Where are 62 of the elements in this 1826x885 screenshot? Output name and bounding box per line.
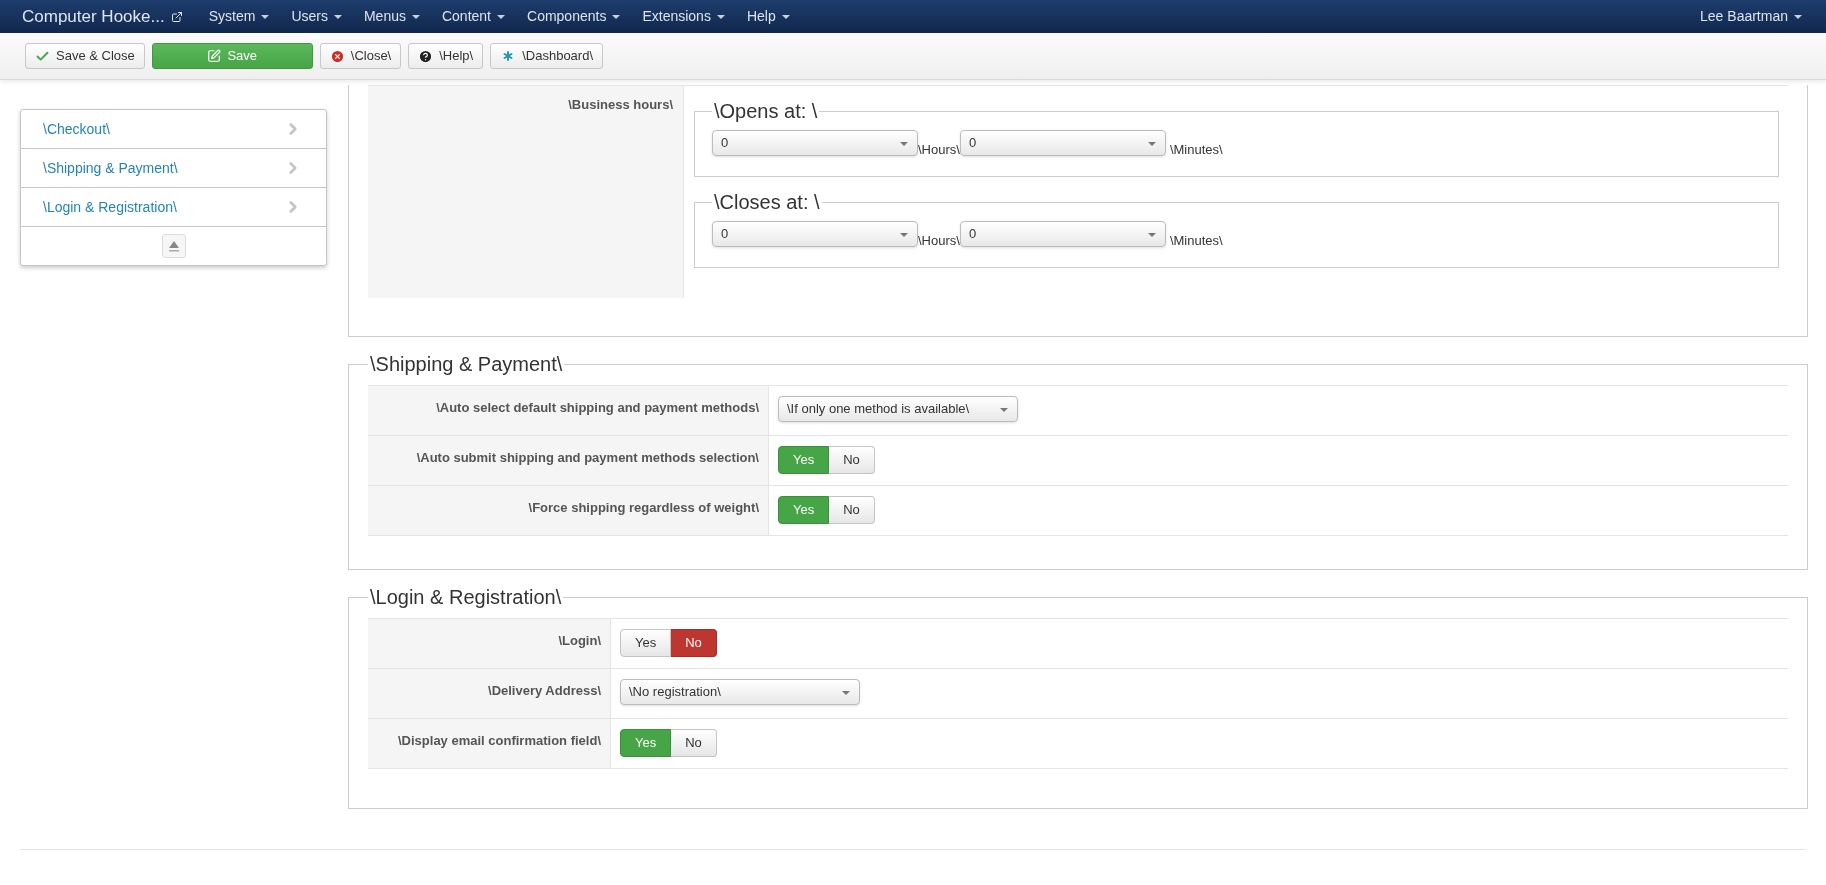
caret-icon bbox=[716, 14, 725, 19]
toolbar-button[interactable]: Save & Close bbox=[25, 43, 145, 69]
unit-label: \Minutes\ bbox=[1169, 140, 1223, 159]
edit-icon bbox=[207, 49, 222, 63]
caret-icon bbox=[411, 14, 420, 19]
menu-item[interactable]: System bbox=[208, 6, 270, 27]
unit-label: \Minutes\ bbox=[1169, 231, 1223, 250]
fieldset-legend: \Opens at: \ bbox=[712, 96, 820, 126]
caret-icon bbox=[612, 14, 621, 19]
toolbar-button[interactable]: \Dashboard\ bbox=[490, 43, 604, 69]
toggle-option[interactable]: No bbox=[671, 729, 717, 757]
field-label: \Auto select default shipping and payment methods\ bbox=[436, 400, 759, 415]
sidebar-item[interactable]: \Login & Registration\ bbox=[21, 188, 326, 227]
dropdown[interactable]: \If only one method is available\ bbox=[778, 396, 1018, 422]
caret-icon bbox=[1000, 408, 1008, 412]
menu-item[interactable]: Users bbox=[291, 6, 342, 27]
sidebar-item[interactable]: \Shipping & Payment\ bbox=[21, 149, 326, 188]
fieldset-legend: \Shipping & Payment\ bbox=[368, 349, 565, 379]
help-icon bbox=[418, 48, 434, 64]
fieldset-legend: \Login & Registration\ bbox=[368, 582, 564, 612]
fieldset-legend: \Closes at: \ bbox=[712, 187, 822, 217]
toolbar-button[interactable]: \Help\ bbox=[408, 43, 484, 69]
caret-icon bbox=[900, 142, 908, 146]
dropdown[interactable]: 0 bbox=[959, 130, 1166, 156]
toggle-option[interactable]: Yes bbox=[620, 629, 672, 657]
caret-icon bbox=[1147, 233, 1156, 237]
caret-icon bbox=[261, 14, 270, 19]
external-link-icon bbox=[170, 10, 183, 23]
field-label: \Login\ bbox=[558, 633, 601, 648]
menu-item[interactable]: Components bbox=[527, 6, 621, 27]
caret-icon bbox=[1147, 142, 1156, 146]
dropdown[interactable]: 0 bbox=[712, 221, 918, 247]
user-menu[interactable]: Lee Baartman bbox=[1700, 6, 1802, 27]
caret-icon bbox=[497, 14, 505, 19]
dropdown[interactable]: \No registration\ bbox=[620, 679, 860, 705]
toggle-option[interactable]: No bbox=[829, 496, 875, 524]
caret-icon bbox=[842, 691, 850, 695]
menu-item[interactable]: Menus bbox=[363, 6, 420, 27]
caret-icon bbox=[781, 14, 790, 19]
site-link[interactable]: Computer Hooke... bbox=[22, 3, 165, 30]
field-label: \Display email confirmation field\ bbox=[398, 733, 601, 748]
field-label: \Delivery Address\ bbox=[488, 683, 601, 698]
toggle-option[interactable]: No bbox=[829, 446, 875, 474]
dropdown[interactable]: 0 bbox=[712, 130, 918, 156]
unit-label: \Hours\ bbox=[918, 140, 960, 159]
scroll-up-button[interactable] bbox=[161, 234, 186, 258]
caret-icon bbox=[333, 14, 342, 19]
caret-icon bbox=[900, 233, 908, 237]
field-label: \Force shipping regardless of weight\ bbox=[528, 500, 759, 515]
caret-icon bbox=[1794, 14, 1802, 19]
sidebar-item[interactable]: \Checkout\ bbox=[21, 110, 326, 149]
field-label: \Auto submit shipping and payment methods selection\ bbox=[416, 450, 759, 465]
menu-item[interactable]: Help bbox=[746, 6, 790, 27]
dropdown[interactable]: 0 bbox=[959, 221, 1166, 247]
unit-label: \Hours\ bbox=[918, 231, 960, 250]
menu-item[interactable]: Content bbox=[441, 6, 505, 27]
menu-item[interactable]: Extensions bbox=[642, 6, 725, 27]
toolbar-button[interactable]: \Close\ bbox=[319, 43, 402, 69]
toggle-option[interactable]: No bbox=[671, 629, 717, 657]
field-label: \Business hours\ bbox=[568, 97, 673, 112]
eject-icon bbox=[167, 240, 180, 252]
close-icon bbox=[329, 48, 345, 64]
